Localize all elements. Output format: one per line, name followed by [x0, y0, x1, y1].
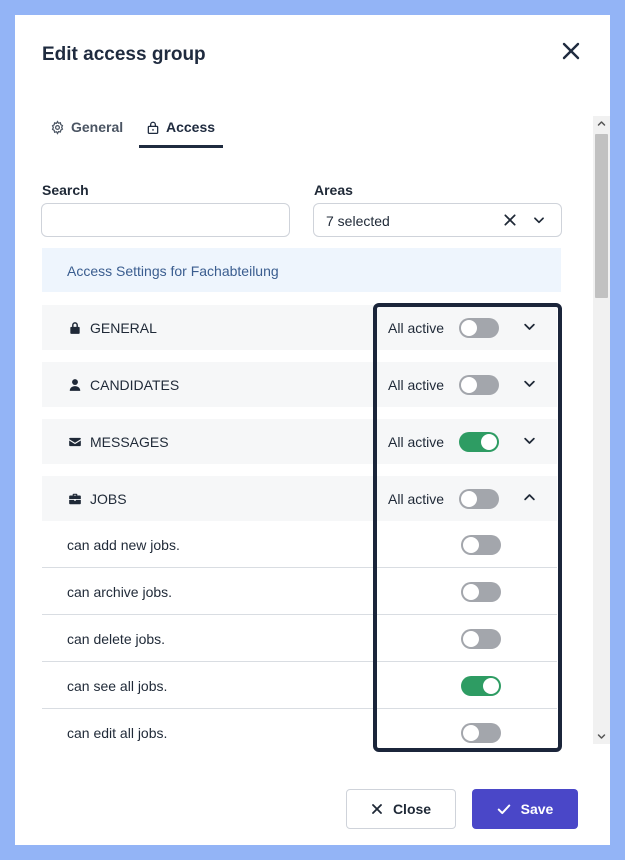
- chevron-down-icon[interactable]: [522, 433, 537, 448]
- tab-general[interactable]: General: [50, 119, 123, 147]
- save-button[interactable]: Save: [472, 789, 578, 829]
- info-banner: Access Settings for Fachabteilung: [42, 248, 561, 292]
- all-active-toggle[interactable]: [459, 489, 499, 509]
- search-label: Search: [42, 182, 89, 198]
- scroll-up-arrow[interactable]: [593, 116, 610, 131]
- chevron-down-icon[interactable]: [522, 319, 537, 334]
- tab-access[interactable]: Access: [146, 119, 215, 147]
- permission-label: can delete jobs.: [67, 631, 166, 647]
- section-label: CANDIDATES: [90, 377, 180, 393]
- save-button-label: Save: [520, 801, 554, 817]
- chevron-up-icon[interactable]: [522, 490, 537, 505]
- permission-toggle[interactable]: [461, 723, 501, 743]
- permission-toggle[interactable]: [461, 535, 501, 555]
- all-active-label: All active: [388, 491, 445, 507]
- close-button-label: Close: [392, 801, 432, 817]
- chevron-down-icon[interactable]: [532, 213, 546, 227]
- close-button[interactable]: Close: [346, 789, 456, 829]
- all-active-toggle[interactable]: [459, 375, 499, 395]
- permission-label: can edit all jobs.: [67, 725, 168, 741]
- clear-icon[interactable]: [502, 212, 518, 228]
- section-row-general[interactable]: GENERAL All active: [42, 305, 557, 350]
- section-label: MESSAGES: [90, 434, 169, 450]
- gear-icon: [51, 120, 64, 135]
- chevron-down-icon[interactable]: [522, 376, 537, 391]
- all-active-toggle[interactable]: [459, 318, 499, 338]
- lock-icon: [147, 121, 159, 134]
- all-active-label: All active: [388, 320, 445, 336]
- dialog-title: Edit access group: [42, 44, 206, 65]
- permission-row: can edit all jobs.: [42, 709, 557, 756]
- all-active-label: All active: [388, 377, 445, 393]
- all-active-toggle[interactable]: [459, 432, 499, 452]
- briefcase-icon: [69, 493, 81, 505]
- envelope-icon: [69, 437, 81, 447]
- close-icon[interactable]: [559, 39, 583, 63]
- info-banner-text: Access Settings for Fachabteilung: [67, 263, 279, 279]
- permission-label: can archive jobs.: [67, 584, 173, 600]
- permission-row: can delete jobs.: [42, 615, 557, 662]
- permission-label: can add new jobs.: [67, 537, 180, 553]
- search-input[interactable]: [41, 203, 290, 237]
- scrollbar-thumb[interactable]: [595, 134, 608, 298]
- edit-access-group-dialog: Edit access group General Access Search …: [15, 15, 610, 845]
- tab-access-label: Access: [166, 119, 216, 135]
- person-icon: [69, 379, 81, 391]
- section-row-messages[interactable]: MESSAGES All active: [42, 419, 557, 464]
- permission-toggle[interactable]: [461, 676, 501, 696]
- areas-selected-value: 7 selected: [326, 213, 390, 229]
- permission-toggle[interactable]: [461, 582, 501, 602]
- tab-general-label: General: [71, 119, 124, 135]
- permission-row: can add new jobs.: [42, 521, 557, 568]
- all-active-label: All active: [388, 434, 445, 450]
- permission-toggle[interactable]: [461, 629, 501, 649]
- section-label: GENERAL: [90, 320, 157, 336]
- section-row-jobs[interactable]: JOBS All active: [42, 476, 557, 521]
- permission-row: can archive jobs.: [42, 568, 557, 615]
- permission-label: can see all jobs.: [67, 678, 168, 694]
- active-tab-indicator: [139, 145, 223, 148]
- section-label: JOBS: [90, 491, 127, 507]
- areas-label: Areas: [314, 182, 353, 198]
- scrollbar[interactable]: [593, 116, 610, 744]
- lock-icon: [70, 322, 80, 334]
- section-row-candidates[interactable]: CANDIDATES All active: [42, 362, 557, 407]
- areas-select[interactable]: 7 selected: [313, 203, 562, 237]
- close-icon: [372, 804, 382, 814]
- scroll-down-arrow[interactable]: [593, 729, 610, 744]
- permission-row: can see all jobs.: [42, 662, 557, 709]
- checkmark-icon: [497, 804, 510, 815]
